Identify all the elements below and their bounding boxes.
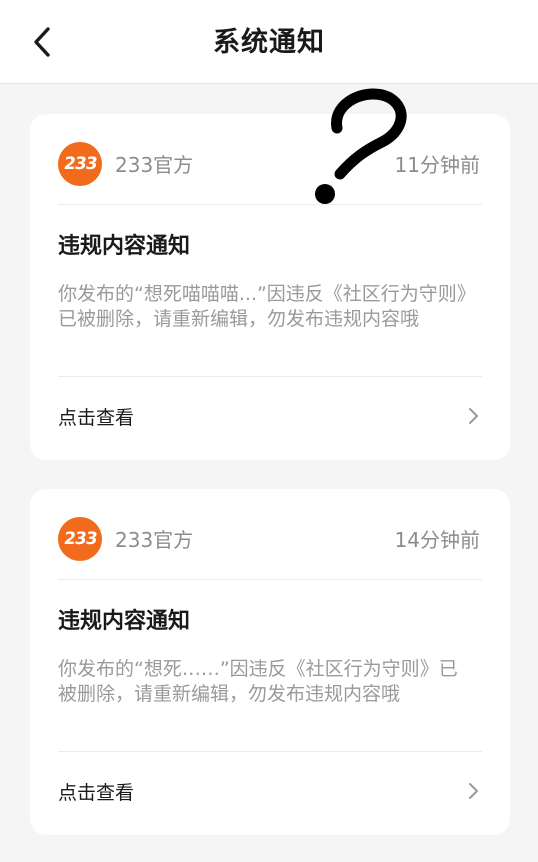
notification-card: 233 233官方 11分钟前 违规内容通知 你发布的“想死喵喵喵...”因违反… [30,114,510,460]
logo-text: 233 [62,529,98,549]
chevron-right-icon [469,408,478,424]
divider [58,376,482,377]
chevron-right-icon [469,783,478,799]
view-details-label: 点击查看 [58,782,135,804]
notification-header: 233 233官方 14分钟前 [58,517,482,563]
logo-text: 233 [62,154,98,174]
view-details-link[interactable]: 点击查看 [58,398,482,438]
divider [58,204,482,205]
notification-body: 你发布的“想死喵喵喵...”因违反《社区行为守则》已被删除，请重新编辑，勿发布违… [58,283,467,330]
sender-name: 233官方 [115,153,194,177]
notification-header: 233 233官方 11分钟前 [58,142,482,188]
notification-time: 14分钟前 [394,528,480,552]
notification-card: 233 233官方 14分钟前 违规内容通知 你发布的“想死……”因违反《社区行… [30,489,510,835]
page-title: 系统通知 [213,27,325,58]
sender-logo: 233 [58,517,102,561]
view-details-label: 点击查看 [58,407,135,429]
notification-title: 违规内容通知 [58,234,191,259]
divider [58,579,482,580]
sender-logo: 233 [58,142,102,186]
notification-time: 11分钟前 [394,153,480,177]
top-bar: 系统通知 [0,0,538,84]
divider [58,751,482,752]
notification-body: 你发布的“想死……”因违反《社区行为守则》已被删除，请重新编辑，勿发布违规内容哦 [58,658,458,705]
view-details-link[interactable]: 点击查看 [58,773,482,813]
notification-title: 违规内容通知 [58,609,191,634]
sender-name: 233官方 [115,528,194,552]
